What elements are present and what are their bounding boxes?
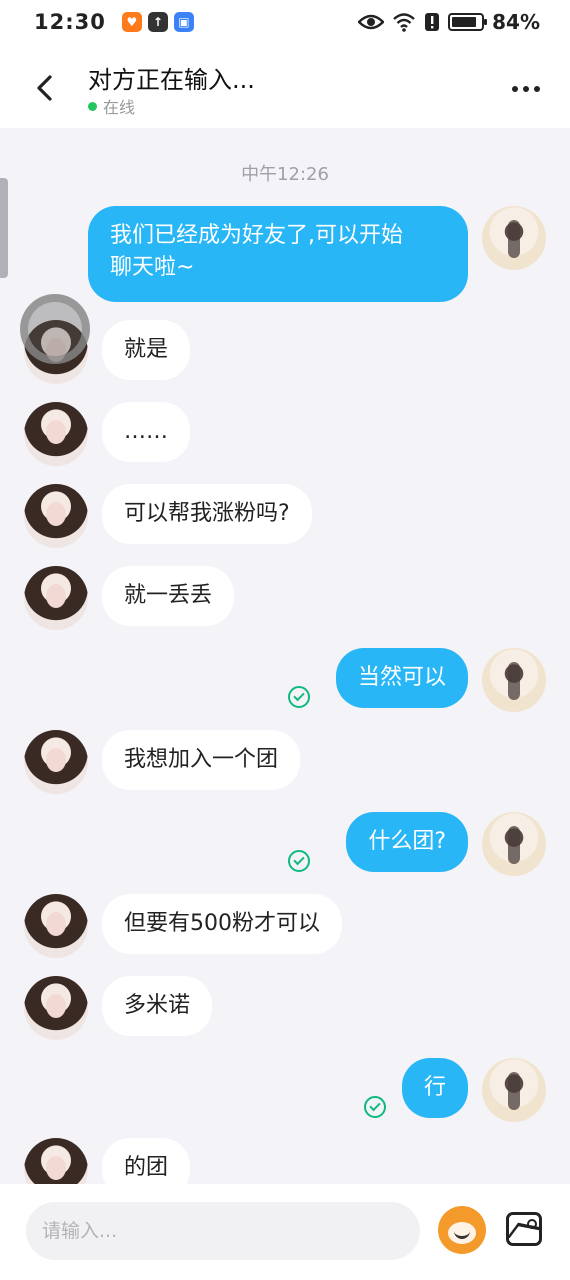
online-dot-icon	[88, 101, 97, 111]
message-bubble-received[interactable]: 多米诺	[102, 976, 213, 1036]
read-check-icon	[364, 1096, 386, 1118]
edge-handle[interactable]	[0, 178, 8, 278]
peer-avatar[interactable]	[24, 402, 88, 466]
message-bubble-received[interactable]: 的团	[102, 1138, 191, 1184]
back-button[interactable]	[24, 68, 64, 108]
wifi-icon	[393, 13, 415, 32]
read-check-icon	[288, 850, 310, 872]
my-avatar[interactable]	[482, 206, 546, 270]
peer-avatar[interactable]	[24, 976, 88, 1040]
shield-icon: ▣	[173, 12, 194, 32]
alert-icon	[425, 13, 440, 31]
status-indicators: 84%	[358, 10, 540, 34]
message-bubble-received[interactable]: 就是	[102, 320, 191, 380]
more-dot-icon	[523, 86, 529, 92]
time-divider: 中午12:26	[241, 164, 329, 185]
battery-icon	[448, 13, 488, 31]
chevron-left-icon	[37, 75, 52, 101]
chat-header: 对方正在输入... 在线	[0, 44, 570, 128]
read-check-icon	[288, 686, 310, 708]
message-bubble-sent[interactable]: 我们已经成为好友了,可以开始 聊天啦~	[88, 206, 468, 302]
message-bubble-sent[interactable]: 什么团?	[346, 812, 468, 872]
peer-avatar[interactable]	[24, 566, 88, 630]
more-dot-icon	[534, 86, 540, 92]
message-input[interactable]	[26, 1202, 420, 1260]
more-dot-icon	[512, 86, 518, 92]
chat-title: 对方正在输入...	[88, 66, 255, 94]
floating-assistant-button[interactable]	[20, 294, 90, 364]
message-bubble-sent[interactable]: 当然可以	[335, 648, 468, 708]
status-app-icons: ♥ ↑ ▣	[121, 12, 194, 32]
message-bubble-sent[interactable]: 行	[401, 1058, 468, 1118]
message-bubble-received[interactable]: 可以帮我涨粉吗?	[102, 484, 312, 544]
message-bubble-received[interactable]: 就一丢丢	[102, 566, 235, 626]
peer-avatar[interactable]	[24, 730, 88, 794]
message-bubble-received[interactable]: 但要有500粉才可以	[102, 894, 342, 954]
presence-status: 在线	[88, 94, 135, 118]
message-bubble-received[interactable]: ……	[102, 402, 190, 462]
input-bar	[0, 1184, 570, 1280]
my-avatar[interactable]	[482, 1058, 546, 1122]
more-options-button[interactable]	[508, 74, 544, 104]
peer-avatar[interactable]	[24, 1138, 88, 1184]
my-avatar[interactable]	[482, 648, 546, 712]
eye-icon	[358, 14, 385, 30]
status-bar: 12:30 ♥ ↑ ▣ 84%	[0, 0, 570, 44]
message-list[interactable]: 中午12:26 我们已经成为好友了,可以开始 聊天啦~ 就是 …… 可以帮我涨粉…	[0, 128, 570, 1184]
battery-percent: 84%	[492, 10, 540, 34]
status-time: 12:30	[34, 10, 106, 34]
emoji-sticker-icon[interactable]	[438, 1206, 486, 1254]
taobao-icon: ♥	[121, 12, 142, 32]
image-picker-icon[interactable]	[506, 1212, 542, 1246]
upload-icon: ↑	[147, 12, 168, 32]
peer-avatar[interactable]	[24, 894, 88, 958]
my-avatar[interactable]	[482, 812, 546, 876]
presence-label: 在线	[103, 98, 136, 117]
peer-avatar[interactable]	[24, 484, 88, 548]
message-bubble-received[interactable]: 我想加入一个团	[102, 730, 301, 790]
